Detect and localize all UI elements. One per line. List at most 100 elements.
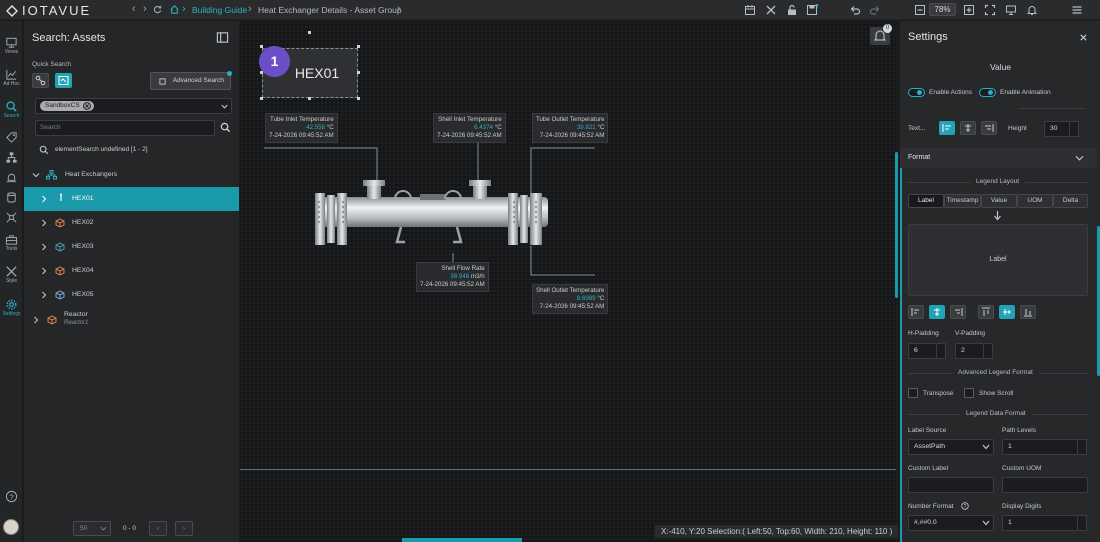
home-icon[interactable] (169, 4, 180, 15)
format-section-header[interactable]: Format (900, 148, 1097, 168)
shell-outlet-temperature-label[interactable]: Shell Outlet Temperature 8.6989 °C 7-24-… (532, 284, 609, 314)
legend-valign-top-button[interactable] (978, 305, 994, 319)
nav-tags[interactable] (0, 131, 23, 144)
fit-screen-icon[interactable] (984, 4, 996, 16)
remove-chip-icon[interactable] (83, 102, 91, 110)
custom-uom-input[interactable] (1002, 477, 1088, 493)
prev-page-button[interactable]: ‹ (149, 521, 167, 536)
quick-search-element-button[interactable] (55, 73, 72, 88)
show-scroll-checkbox[interactable] (964, 388, 974, 398)
display-digits-stepper[interactable] (1078, 515, 1087, 531)
refresh-icon[interactable] (153, 5, 162, 14)
user-avatar[interactable] (3, 519, 19, 535)
shell-inlet-temperature-label[interactable]: Shell Inlet Temperature 6.4374 °C 7-24-2… (433, 113, 506, 143)
tree-item-hex05[interactable]: HEX05 (24, 283, 239, 307)
legend-preview-box[interactable]: Label (908, 224, 1088, 296)
display-canvas[interactable]: HEX01 1 0 Tube Inlet Temperature 42.558 … (240, 21, 896, 542)
canvas-scrollbar[interactable] (402, 538, 522, 542)
transpose-checkbox[interactable] (908, 388, 918, 398)
legend-tab-delta[interactable]: Delta (1053, 194, 1088, 208)
nav-network[interactable] (0, 151, 23, 164)
legend-valign-middle-button[interactable] (999, 305, 1015, 319)
bell-icon[interactable] (1026, 4, 1038, 16)
enable-actions-toggle[interactable] (908, 88, 925, 97)
search-icon[interactable] (220, 122, 231, 133)
nav-alarms[interactable] (0, 171, 23, 184)
chevron-down-icon[interactable] (32, 171, 40, 179)
tree-item-hex02[interactable]: HEX02 (24, 211, 239, 235)
chevron-right-icon[interactable] (32, 316, 40, 324)
chevron-right-icon[interactable] (40, 195, 48, 203)
next-page-button[interactable]: › (175, 521, 193, 536)
legend-tab-timestamp[interactable]: Timestamp (944, 194, 981, 208)
tree-item-hex01[interactable]: HEX01 (24, 187, 239, 211)
h-padding-input[interactable]: 6 (908, 343, 937, 359)
back-icon[interactable]: ‹ (132, 4, 136, 15)
chevron-right-icon[interactable] (40, 267, 48, 275)
calendar-icon[interactable] (744, 4, 756, 16)
redo-icon[interactable] (869, 4, 881, 16)
height-input[interactable]: 30 (1044, 121, 1070, 137)
database-select[interactable]: SandboxCS (35, 98, 232, 114)
chevron-right-icon[interactable] (40, 291, 48, 299)
tube-outlet-temperature-label[interactable]: Tube Outlet Temperature 39.821 °C 7-24-2… (532, 113, 609, 143)
legend-align-left-button[interactable] (908, 305, 924, 319)
v-padding-input[interactable]: 2 (955, 343, 984, 359)
v-padding-stepper[interactable] (984, 343, 993, 359)
nav-views[interactable]: Views (0, 36, 23, 55)
legend-tab-label[interactable]: Label (908, 194, 944, 208)
nav-ad-hoc[interactable]: Ad Hoc (0, 68, 23, 87)
breadcrumb-heat-exchanger[interactable]: Heat Exchanger Details - Asset Group (258, 5, 402, 15)
enable-animation-toggle[interactable] (979, 88, 996, 97)
height-stepper[interactable] (1070, 121, 1079, 137)
tube-inlet-temperature-label[interactable]: Tube Inlet Temperature 42.558 °C 7-24-20… (265, 113, 338, 143)
nav-data[interactable] (0, 191, 23, 204)
zoom-level[interactable]: 78% (929, 3, 956, 16)
legend-align-center-button[interactable] (929, 305, 945, 319)
heat-exchanger-graphic[interactable] (315, 177, 550, 249)
tools-icon[interactable] (765, 4, 777, 16)
search-input[interactable]: Search (35, 120, 215, 136)
zoom-out-icon[interactable] (914, 4, 926, 16)
tree-group-heat-exchangers[interactable]: Heat Exchangers (24, 163, 239, 187)
text-align-right-button[interactable] (981, 121, 997, 135)
legend-valign-bottom-button[interactable] (1020, 305, 1036, 319)
tree-item-hex04[interactable]: HEX04 (24, 259, 239, 283)
partial-input[interactable] (1018, 101, 1084, 109)
help-icon[interactable]: ? (5, 490, 18, 503)
nav-transform[interactable] (0, 211, 23, 224)
save-icon[interactable] (806, 4, 818, 16)
tree-item-hex03[interactable]: HEX03 (24, 235, 239, 259)
help-icon[interactable]: ? (961, 502, 969, 510)
tree-item-reactor[interactable]: Reactor Reactor1 (24, 308, 239, 332)
breadcrumb-building-guide[interactable]: Building Guide (192, 5, 247, 15)
settings-scrollbar[interactable] (895, 152, 898, 298)
legend-tab-uom[interactable]: UOM (1017, 194, 1053, 208)
nav-tools[interactable]: Tools (0, 233, 23, 252)
path-levels-input[interactable]: 1 (1002, 439, 1078, 455)
path-levels-stepper[interactable] (1078, 439, 1087, 455)
zoom-in-icon[interactable] (963, 4, 975, 16)
chevron-right-icon[interactable] (40, 243, 48, 251)
close-icon[interactable] (1079, 33, 1088, 42)
text-align-center-button[interactable] (960, 121, 976, 135)
display-icon[interactable] (1005, 4, 1017, 16)
custom-label-input[interactable] (908, 477, 994, 493)
legend-align-right-button[interactable] (950, 305, 966, 319)
collapse-panel-icon[interactable] (216, 31, 229, 44)
h-padding-stepper[interactable] (937, 343, 946, 359)
nav-search[interactable]: Search (0, 100, 23, 119)
menu-icon[interactable] (1071, 4, 1083, 16)
element-search-result[interactable]: elementSearch undefined [1 - 2] (55, 146, 148, 153)
display-digits-input[interactable]: 1 (1002, 515, 1078, 531)
forward-icon[interactable]: › (143, 4, 147, 15)
shell-flow-rate-label[interactable]: Shell Flow Rate 38.948 m3/h 7-24-2026 09… (416, 262, 489, 292)
undo-icon[interactable] (849, 4, 861, 16)
legend-tab-value[interactable]: Value (981, 194, 1017, 208)
quick-search-asset-button[interactable] (32, 73, 49, 88)
nav-settings[interactable]: Settings (0, 298, 23, 317)
lock-icon[interactable] (786, 4, 798, 16)
text-align-left-button[interactable] (939, 121, 955, 135)
nav-style[interactable]: Style (0, 265, 23, 284)
chevron-right-icon[interactable] (40, 219, 48, 227)
